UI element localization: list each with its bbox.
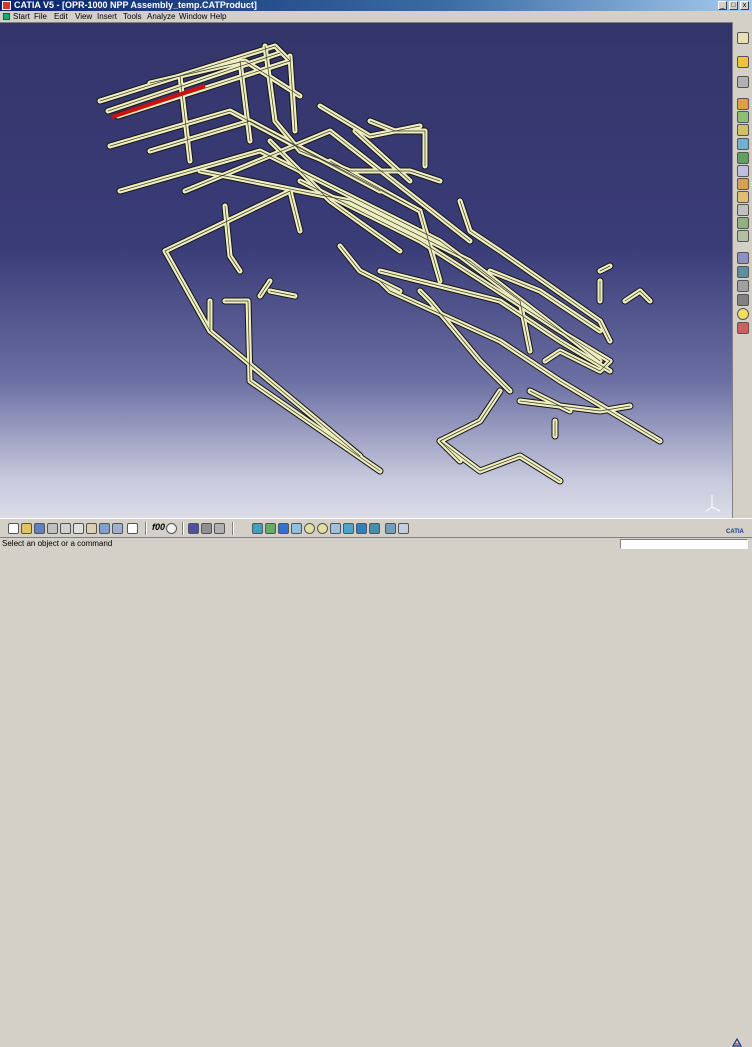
compass-icon[interactable] [737,56,749,68]
command-input[interactable] [620,539,748,549]
pipe-segment[interactable] [209,330,361,457]
select-icon[interactable] [737,32,749,44]
disable-icon[interactable] [737,322,749,334]
redo-icon[interactable] [112,523,123,534]
manage-representations-icon[interactable] [737,191,749,203]
catalog-icon[interactable] [188,523,199,534]
piping-assembly-model[interactable] [0,23,732,518]
undo-icon[interactable] [99,523,110,534]
menu-window[interactable]: Window [179,11,207,22]
close-button[interactable]: x [740,1,749,10]
menu-start[interactable]: Start [13,11,30,22]
3d-viewport[interactable] [0,22,732,518]
quick-print-icon[interactable] [47,523,58,534]
multi-view-icon[interactable] [343,523,354,534]
measure-icon[interactable] [201,523,212,534]
open-icon[interactable] [21,523,32,534]
minimize-button[interactable]: _ [718,1,727,10]
fit-all-icon[interactable] [265,523,276,534]
catia-logo-text: CATIA [726,529,744,535]
menu-file[interactable]: File [34,11,47,22]
sectioning-icon[interactable] [737,280,749,292]
swap-visible-icon[interactable] [398,523,409,534]
catia-logo-icon [732,1038,742,1047]
menu-help[interactable]: Help [210,11,226,22]
selective-load-icon[interactable] [737,178,749,190]
bottom-toolbar: f00 [0,518,752,1047]
multi-instantiation-icon[interactable] [737,204,749,216]
menu-view[interactable]: View [75,11,92,22]
pipe-segment[interactable] [299,150,351,172]
toolbar-separator [145,522,147,535]
paste-icon[interactable] [86,523,97,534]
status-message: Select an object or a command [2,539,113,548]
normal-view-icon[interactable] [330,523,341,534]
zoom-out-icon[interactable] [317,523,328,534]
reorder-icon[interactable] [737,230,749,242]
fly-mode-icon[interactable] [252,523,263,534]
zoom-in-icon[interactable] [304,523,315,534]
graph-tree-icon[interactable] [737,152,749,164]
maximize-button[interactable]: □ [729,1,738,10]
pipe-segment[interactable] [249,380,381,472]
component-icon[interactable] [737,98,749,110]
clash-icon[interactable] [737,266,749,278]
pan-icon[interactable] [278,523,289,534]
generate-numbering-icon[interactable] [737,165,749,177]
knowledge-icon[interactable] [166,523,177,534]
toolbar-separator [232,522,234,535]
whats-this-icon[interactable] [127,523,138,534]
new-icon[interactable] [8,523,19,534]
save-icon[interactable] [34,523,45,534]
distance-icon[interactable] [737,294,749,306]
cut-icon[interactable] [60,523,71,534]
start-icon [3,13,10,20]
pipe-segment[interactable] [162,188,303,254]
formula-icon[interactable]: f00 [152,522,165,532]
catia-app-icon [2,1,11,10]
axis-triad-icon [705,495,721,512]
fast-multi-instantiation-icon[interactable] [737,217,749,229]
hide-show-icon[interactable] [385,523,396,534]
catia-window: CATIA V5 - [OPR-1000 NPP Assembly_temp.C… [0,0,752,1047]
right-toolbar [732,22,752,518]
light-bulb-icon[interactable] [737,308,749,320]
copy-icon[interactable] [73,523,84,534]
menu-edit[interactable]: Edit [54,11,68,22]
title-bar: CATIA V5 - [OPR-1000 NPP Assembly_temp.C… [0,0,752,11]
toolbar-separator [182,522,184,535]
section-icon[interactable] [214,523,225,534]
existing-component-icon[interactable] [737,124,749,136]
shading-icon[interactable] [369,523,380,534]
rotate-icon[interactable] [291,523,302,534]
menu-insert[interactable]: Insert [97,11,117,22]
menu-tools[interactable]: Tools [123,11,142,22]
status-bar: Select an object or a command [0,537,752,549]
iso-view-icon[interactable] [356,523,367,534]
pipe-segment[interactable] [107,52,281,112]
menu-analyze[interactable]: Analyze [147,11,175,22]
menu-bar: Start File Edit View Insert Tools Analyz… [0,11,752,22]
pipe-segment[interactable] [164,250,211,332]
replace-icon[interactable] [737,138,749,150]
part-icon[interactable] [737,111,749,123]
product-icon[interactable] [737,76,749,88]
window-title: CATIA V5 - [OPR-1000 NPP Assembly_temp.C… [14,0,257,10]
bill-of-material-icon[interactable] [737,252,749,264]
